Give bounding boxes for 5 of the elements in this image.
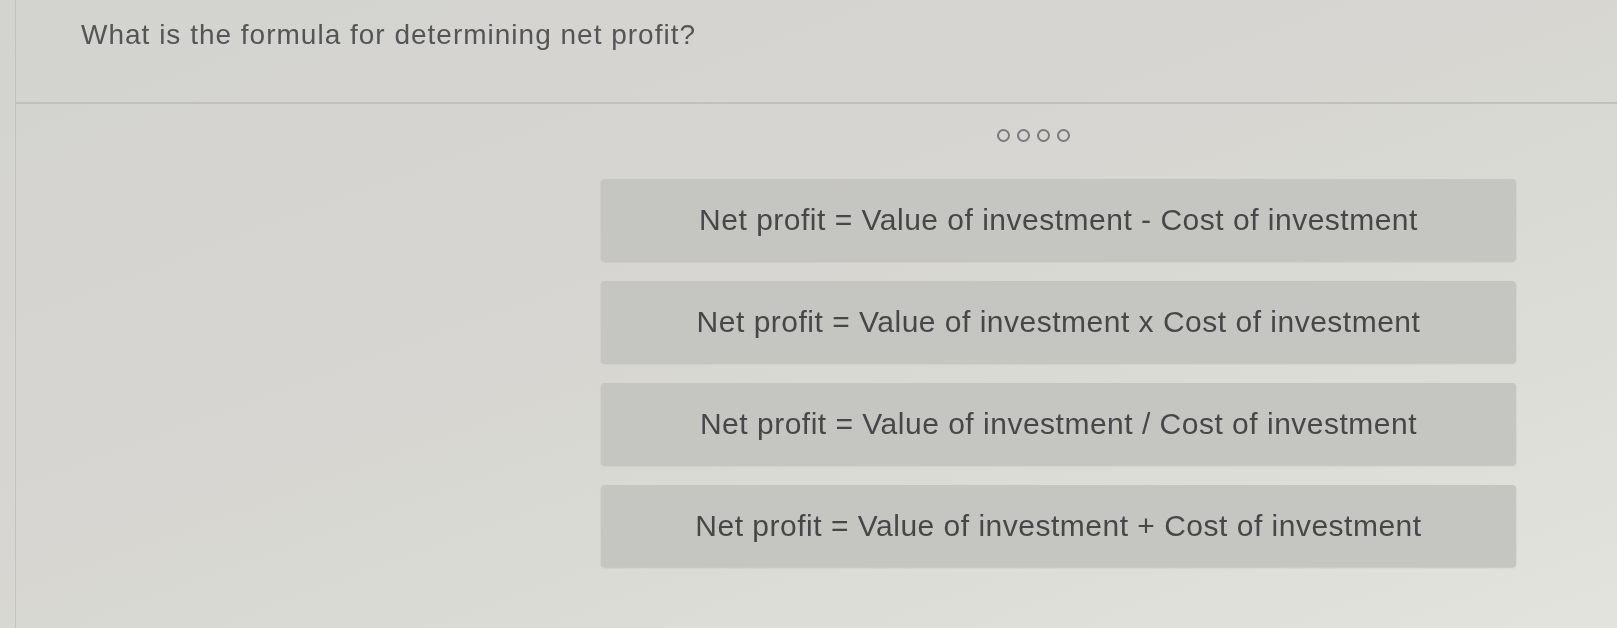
answer-option[interactable]: Net profit = Value of investment - Cost of investment (601, 179, 1516, 261)
answer-option[interactable]: Net profit = Value of investment + Cost of investment (601, 485, 1516, 567)
question-text: What is the formula for determining net profit? (81, 19, 697, 51)
answer-option[interactable]: Net profit = Value of investment / Cost of investment (601, 383, 1516, 465)
answer-option[interactable]: Net profit = Value of investment x Cost of investment (601, 281, 1516, 363)
